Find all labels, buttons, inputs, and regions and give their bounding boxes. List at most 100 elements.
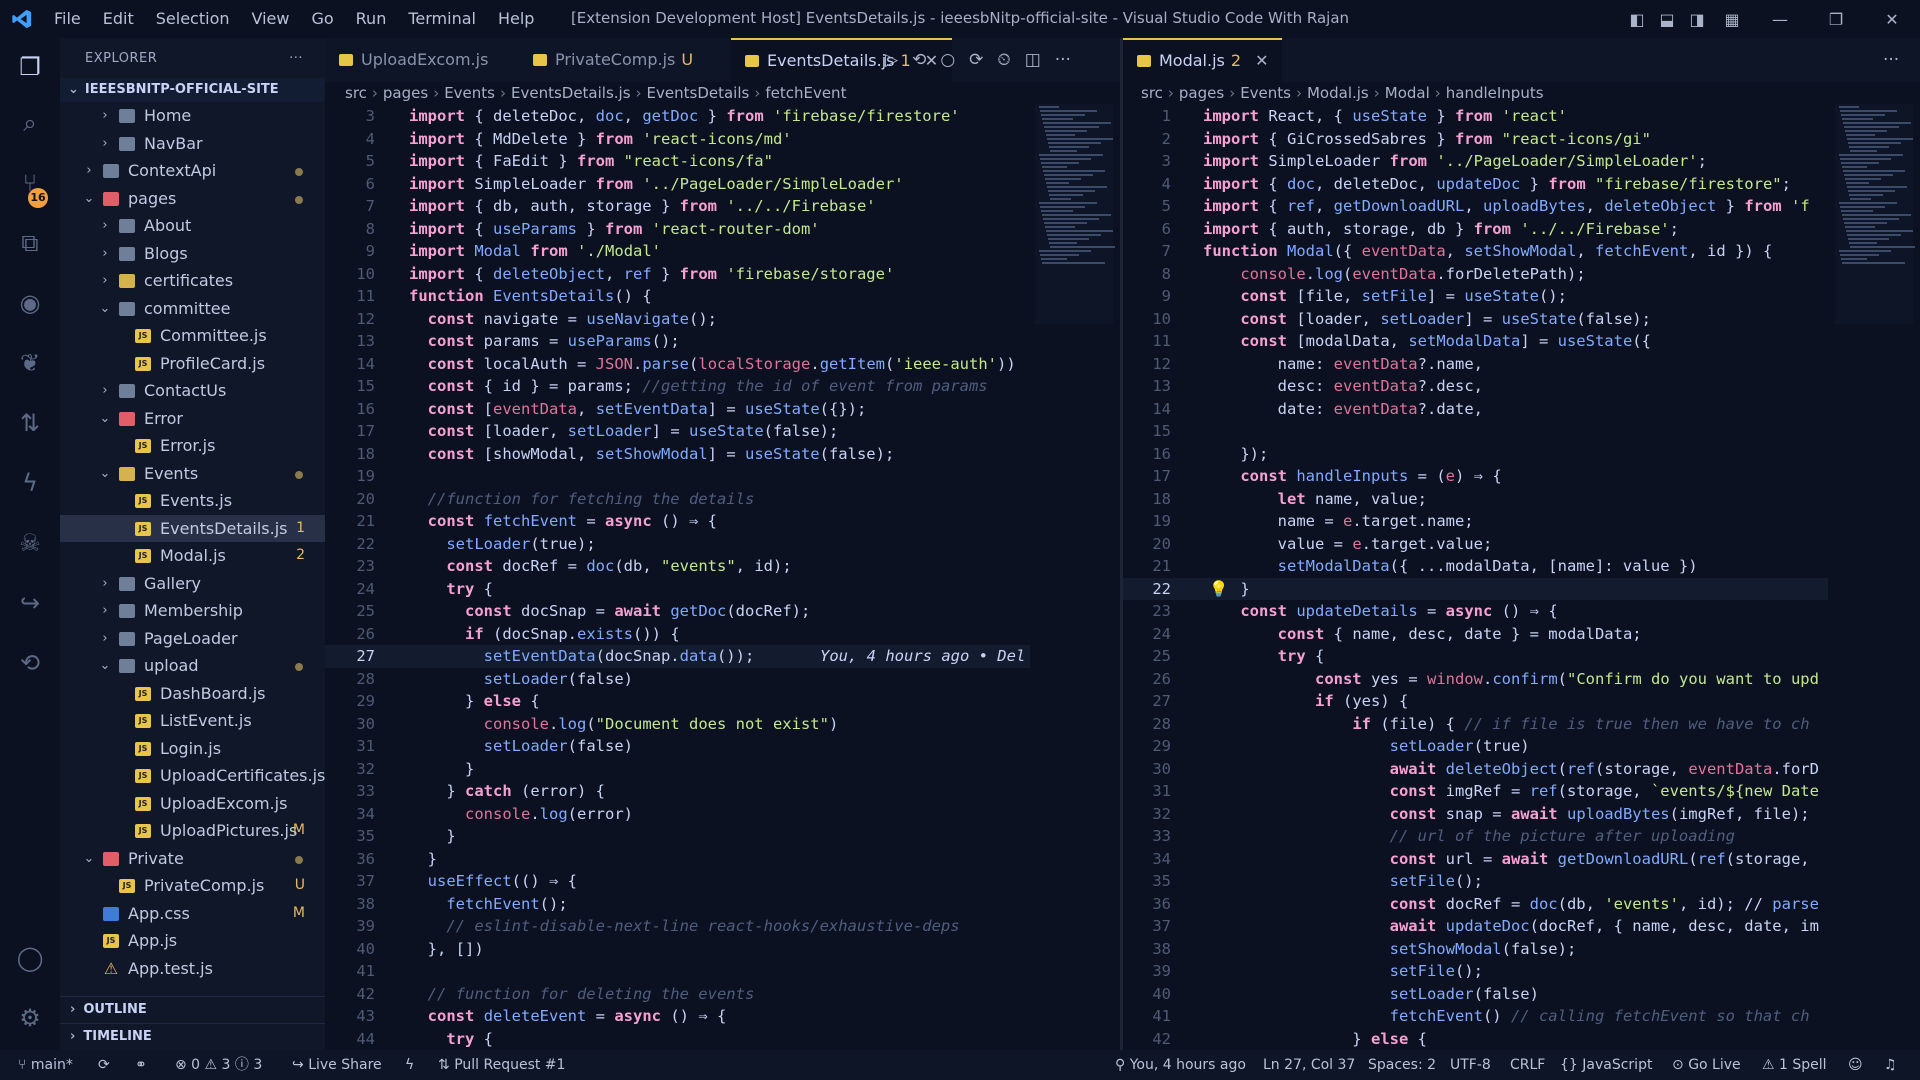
lightning-status-icon[interactable]: ϟ [405,1050,414,1080]
editor-tab[interactable]: Modal.js 2 ✕ [1123,38,1283,82]
toggle-secondary-sidebar-icon[interactable]: ◨ [1682,10,1712,29]
code-line[interactable]: 39 setFile(); [1123,960,1828,983]
folder-item[interactable]: › Blogs [60,240,325,268]
file-item[interactable]: JS Events.js [60,487,325,515]
menu-item-edit[interactable]: Edit [103,9,134,28]
code-line[interactable]: 33 } catch (error) { [325,780,1030,803]
breadcrumb-item[interactable]: Events [444,84,495,102]
code-line[interactable]: 6 import SimpleLoader from '../PageLoader… [325,173,1030,196]
code-line[interactable]: 18 const [showModal, setShowModal] = use… [325,443,1030,466]
code-line[interactable]: 40 }, []) [325,938,1030,961]
cursor-position[interactable]: Ln 27, Col 37 [1263,1050,1355,1080]
file-item[interactable]: JS DashBoard.js [60,680,325,708]
problems-status[interactable]: ⊗ 0 ⚠ 3 ⓘ 3 [175,1050,262,1080]
file-item[interactable]: JS UploadPictures.js M [60,817,325,845]
code-line[interactable]: 8 console.log(eventData.forDeletePath); [1123,263,1828,286]
code-line[interactable]: 30 console.log("Document does not exist"… [325,713,1030,736]
code-line[interactable]: 23 const docRef = doc(db, "events", id); [325,555,1030,578]
files-icon[interactable]: ❐ [13,50,47,84]
code-line[interactable]: 21 setModalData({ ...modalData, [name]: … [1123,555,1828,578]
indentation-status[interactable]: Spaces: 2 [1368,1050,1436,1080]
code-line[interactable]: 17 const handleInputs = (e) ⇒ { [1123,465,1828,488]
code-line[interactable]: 33 // url of the picture after uploading [1123,825,1828,848]
folder-item[interactable]: › Gallery [60,570,325,598]
code-line[interactable]: 4 import { MdDelete } from 'react-icons/m… [325,128,1030,151]
breadcrumb-item[interactable]: pages [1179,84,1224,102]
code-line[interactable]: 3 import { deleteDoc, doc, getDoc } from … [325,105,1030,128]
breadcrumb-item[interactable]: fetchEvent [765,84,846,102]
more-actions-icon[interactable]: ··· [1055,50,1071,70]
code-line[interactable]: 12 const navigate = useNavigate(); [325,308,1030,331]
code-line[interactable]: 11 function EventsDetails() { [325,285,1030,308]
timeline-icon[interactable]: ⏲ [997,50,1010,70]
menu-item-file[interactable]: File [54,9,81,28]
file-item[interactable]: JS Modal.js 2 [60,542,325,570]
eol-status[interactable]: CRLF [1510,1050,1545,1080]
code-line[interactable]: 13 const params = useParams(); [325,330,1030,353]
right-minimap[interactable] [1835,104,1915,324]
code-line[interactable]: 42 } else { [1123,1028,1828,1051]
folder-item[interactable]: › About [60,212,325,240]
code-line[interactable]: 2 import { GiCrossedSabres } from "react-… [1123,128,1828,151]
workspace-root[interactable]: ⌄ IEEESBNITP-OFFICIAL-SITE [60,78,325,102]
folder-item[interactable]: ⌄ pages [60,185,325,213]
code-line[interactable]: 7 import { db, auth, storage } from '../.… [325,195,1030,218]
code-line[interactable]: 32 const snap = await uploadBytes(imgRef… [1123,803,1828,826]
run-icon[interactable]: ▷ [885,50,898,70]
file-item[interactable]: JS ListEvent.js [60,707,325,735]
code-line[interactable]: 22 setLoader(true); [325,533,1030,556]
code-line[interactable]: 24 try { [325,578,1030,601]
code-line[interactable]: 30 await deleteObject(ref(storage, event… [1123,758,1828,781]
live-share-icon[interactable]: ↪ [13,586,47,620]
folder-item[interactable]: › PageLoader [60,625,325,653]
code-line[interactable]: 42 // function for deleting the events [325,983,1030,1006]
restore-icon[interactable]: ❐ [1808,10,1864,29]
file-item[interactable]: JS Committee.js [60,322,325,350]
file-item[interactable]: JS ProfileCard.js [60,350,325,378]
code-line[interactable]: 4 import { doc, deleteDoc, updateDoc } fr… [1123,173,1828,196]
right-code-area[interactable]: 1 import React, { useState } from 'react'… [1123,105,1828,1050]
vscode-logo-icon[interactable] [10,8,34,30]
code-line[interactable]: 19 name = e.target.name; [1123,510,1828,533]
file-item[interactable]: JS PrivateComp.js U [60,872,325,900]
breadcrumb-item[interactable]: Modal [1385,84,1430,102]
minimize-icon[interactable]: — [1752,10,1808,29]
code-line[interactable]: 20 value = e.target.value; [1123,533,1828,556]
editor-tab[interactable]: UploadExcom.js [325,38,502,82]
folder-item[interactable]: ⌄ committee [60,295,325,323]
encoding-status[interactable]: UTF-8 [1450,1050,1491,1080]
file-item[interactable]: JS App.js [60,927,325,955]
settings-icon[interactable]: ⚙ [13,1001,47,1035]
customize-layout-icon[interactable]: ▦ [1712,10,1752,29]
account-icon[interactable]: ◯ [13,941,47,975]
code-line[interactable]: 39 // eslint-disable-next-line react-hoo… [325,915,1030,938]
code-line[interactable]: 27 setEventData(docSnap.data()); You, 4 h… [325,645,1030,668]
toggle-panel-icon[interactable]: ⬓ [1652,10,1682,29]
folder-item[interactable]: › Home [60,102,325,130]
blame-status[interactable]: ⚲ You, 4 hours ago [1115,1050,1246,1080]
code-line[interactable]: 13 desc: eventData?.desc, [1123,375,1828,398]
close-icon[interactable]: ✕ [1864,10,1920,29]
code-line[interactable]: 8 import { useParams } from 'react-router… [325,218,1030,241]
search-icon[interactable]: ⌕ [13,106,47,140]
go-live-status[interactable]: ⊙ Go Live [1672,1050,1741,1080]
more-actions-icon[interactable]: ··· [1883,50,1899,70]
code-line[interactable]: 31 setLoader(false) [325,735,1030,758]
code-line[interactable]: 24 const { name, desc, date } = modalDat… [1123,623,1828,646]
file-item[interactable]: ⚠ App.test.js [60,955,325,983]
folder-item[interactable]: › NavBar [60,130,325,158]
code-line[interactable]: 12 name: eventData?.name, [1123,353,1828,376]
code-line[interactable]: 6 import { auth, storage, db } from '../.… [1123,218,1828,241]
branch-status[interactable]: ⑂ main* [18,1050,73,1080]
breadcrumb-item[interactable]: src [345,84,367,102]
code-line[interactable]: 38 fetchEvent(); [325,893,1030,916]
code-line[interactable]: 28 if (file) { // if file is true then w… [1123,713,1828,736]
code-line[interactable]: 14 date: eventData?.date, [1123,398,1828,421]
left-code-area[interactable]: 3 import { deleteDoc, doc, getDoc } from … [325,105,1030,1050]
code-line[interactable]: 25 try { [1123,645,1828,668]
file-item[interactable]: JS EventsDetails.js 1 [60,514,325,542]
code-line[interactable]: 38 setShowModal(false); [1123,938,1828,961]
code-line[interactable]: 9 const [file, setFile] = useState(); [1123,285,1828,308]
editor-tab[interactable]: PrivateComp.js U [519,38,707,82]
code-line[interactable]: 43 const deleteEvent = async () ⇒ { [325,1005,1030,1028]
